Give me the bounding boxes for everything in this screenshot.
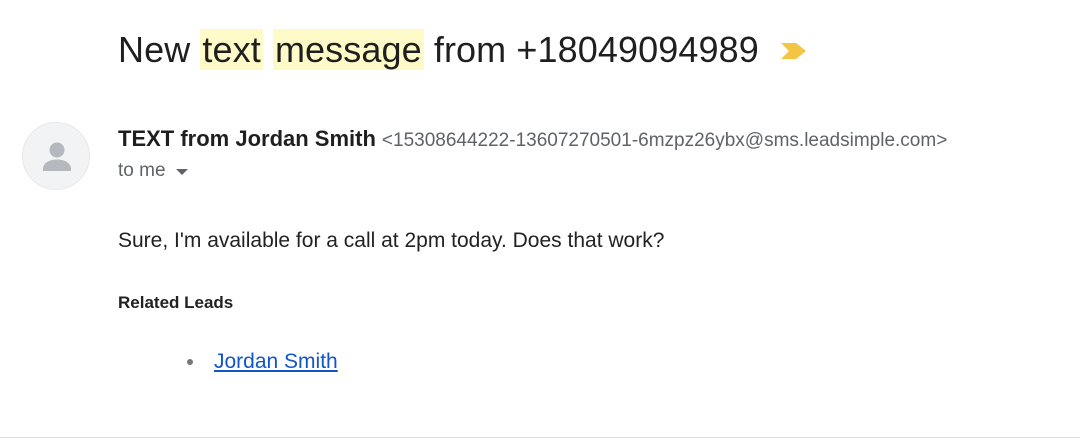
sender-avatar[interactable]	[22, 122, 90, 190]
related-leads-heading: Related Leads	[118, 293, 234, 312]
search-highlight-message: message	[272, 29, 424, 70]
person-icon	[43, 142, 71, 171]
recipient-label: to me	[118, 160, 166, 181]
subject-space	[263, 29, 273, 70]
sender-row: TEXT from Jordan Smith <15308644222-13607…	[118, 124, 947, 157]
sender-name[interactable]: TEXT from Jordan Smith	[118, 126, 376, 151]
list-item: Jordan Smith	[180, 350, 338, 374]
chevron-down-icon[interactable]	[175, 169, 188, 175]
divider	[0, 437, 1080, 438]
sender-email: <15308644222-13607270501-6mzpz26ybx@sms.…	[381, 130, 948, 151]
subject-prefix: New	[118, 29, 201, 70]
subject-suffix: from +18049094989	[423, 29, 759, 70]
recipient-details-toggle[interactable]: to me	[118, 160, 188, 182]
importance-marker-icon[interactable]	[779, 39, 809, 63]
message-body: Sure, I'm available for a call at 2pm to…	[118, 229, 665, 252]
lead-link[interactable]: Jordan Smith	[214, 350, 338, 374]
email-subject-row: New text message from +18049094989	[118, 22, 809, 78]
bullet-icon	[187, 359, 193, 365]
related-leads-list: Jordan Smith	[180, 350, 338, 374]
email-subject: New text message from +18049094989	[118, 26, 759, 74]
search-highlight-text: text	[200, 29, 263, 70]
